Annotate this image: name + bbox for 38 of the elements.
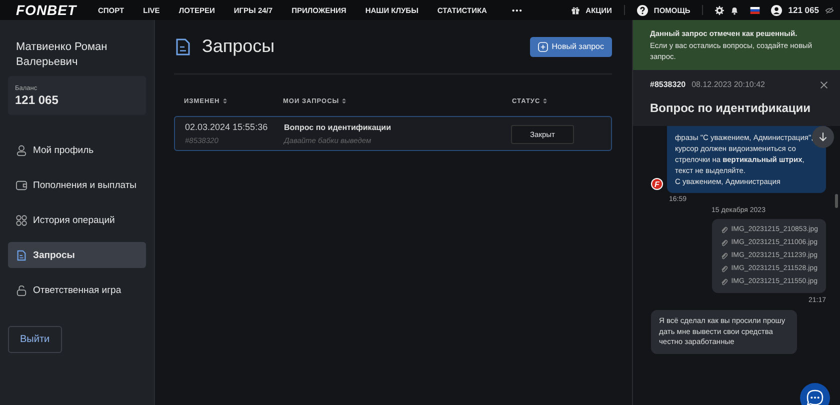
new-request-button[interactable]: Новый запрос [530, 36, 612, 56]
document-icon [174, 38, 192, 56]
sort-icon [543, 98, 548, 104]
menu-item[interactable]: История операций [8, 207, 146, 233]
ticket-title: Вопрос по идентификации [650, 101, 812, 115]
date-text: 02.03.2024 15:55:36 [185, 122, 269, 132]
lock-icon [16, 284, 27, 296]
sort-icon [342, 98, 346, 104]
user-icon [16, 144, 27, 156]
logo[interactable]: FONBET [16, 2, 98, 18]
gift-icon[interactable] [570, 6, 580, 14]
grid-icon [16, 214, 27, 226]
ticket-id: #8538320 [650, 80, 686, 89]
menu-item[interactable]: Ответственная игра [8, 277, 146, 303]
menu-item[interactable]: Мой профиль [8, 137, 146, 163]
menu-item[interactable]: Пополнения и выплаты [8, 172, 146, 198]
avatar-logo: F [651, 178, 663, 190]
user-icon[interactable] [771, 4, 782, 16]
bell-icon[interactable] [730, 6, 740, 14]
chat-button[interactable] [800, 383, 830, 405]
close-icon[interactable] [820, 80, 828, 88]
flag-icon[interactable] [750, 6, 760, 14]
scroll-down-button[interactable] [812, 126, 834, 148]
user-name: Матвиенко Роман Валерьевич [15, 40, 108, 70]
ticket-datetime: 08.12.2023 20:10:42 [692, 80, 765, 89]
settings-icon[interactable] [715, 6, 724, 14]
logout-button[interactable]: Выйти [8, 326, 62, 353]
document-icon [16, 250, 27, 260]
sort-icon [222, 98, 227, 104]
help-icon[interactable] [636, 4, 648, 16]
menu-item[interactable]: Запросы [8, 242, 146, 268]
request-subject: Вопрос по идентификации [284, 122, 392, 132]
balance-amount: 121 065 [788, 5, 819, 15]
wallet-icon [16, 180, 27, 190]
plus-icon [538, 42, 548, 52]
eye-hidden-icon[interactable] [825, 6, 834, 14]
balance-value: 121 065 [15, 93, 60, 107]
page-title: Запросы [202, 36, 275, 57]
